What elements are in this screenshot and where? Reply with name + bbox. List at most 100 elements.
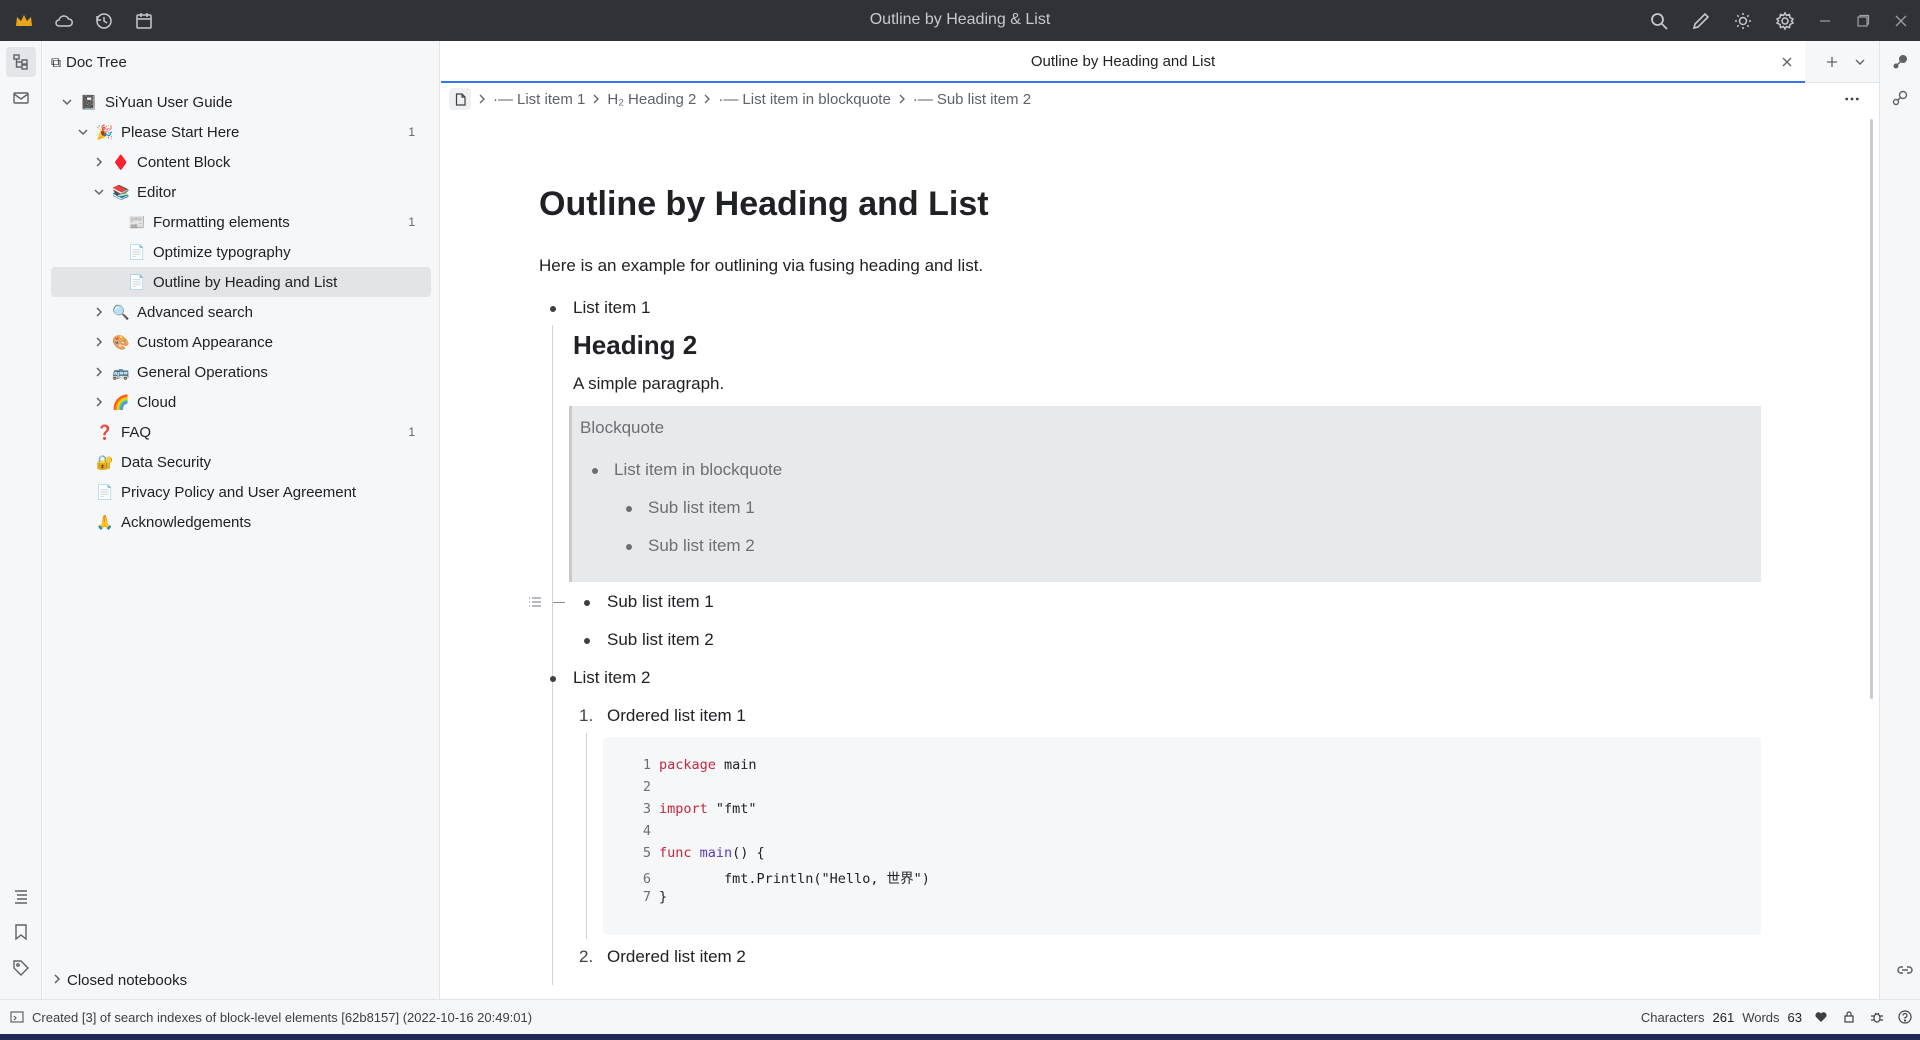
tree-item[interactable]: 🔍 Advanced search (51, 297, 431, 327)
chevron-right-icon[interactable] (89, 152, 109, 172)
tree-item[interactable]: 🎨 Custom Appearance (51, 327, 431, 357)
code-block[interactable]: 1 package main 2 3 import "fmt" 4 5 func main()… (603, 737, 1761, 935)
breadcrumb-item[interactable]: H₂ Heading 2 (607, 91, 696, 108)
closed-notebooks[interactable]: Closed notebooks (51, 967, 187, 993)
code-token: () { (732, 845, 765, 861)
breadcrumb-item[interactable]: ·— List item 1 (493, 91, 585, 108)
tree-item[interactable]: 📄 Optimize typography (51, 237, 431, 267)
intro-paragraph[interactable]: Here is an example for outlining via fus… (539, 256, 983, 276)
crown-icon[interactable] (6, 3, 42, 39)
document-title[interactable]: Outline by Heading and List (539, 185, 989, 224)
doc-emoji-icon[interactable]: 🌈 (109, 394, 133, 411)
pen-icon[interactable] (1680, 3, 1722, 39)
fold-dash[interactable] (553, 602, 565, 603)
chevron-down-icon[interactable] (1849, 51, 1871, 73)
doc-emoji-icon[interactable]: 📚 (109, 184, 133, 201)
doc-emoji-icon[interactable]: 🔐 (93, 454, 117, 471)
heart-icon[interactable] (1814, 1010, 1828, 1024)
doc-emoji-icon[interactable]: 📄 (93, 484, 117, 501)
tree-item[interactable]: 🙏 Acknowledgements (51, 507, 431, 537)
code-line: 6 fmt.Println("Hello, 世界") (639, 867, 930, 889)
tree-item[interactable]: ❓ FAQ 1 (51, 417, 431, 447)
doc-emoji-icon[interactable]: 📰 (125, 214, 149, 231)
debug-icon[interactable] (1870, 1010, 1884, 1024)
history-icon[interactable] (86, 3, 122, 39)
tree-item[interactable]: 📄 Outline by Heading and List (51, 267, 431, 297)
graph-icon[interactable] (1885, 47, 1915, 77)
chevron-down-icon[interactable] (89, 182, 109, 202)
tag-icon[interactable] (6, 953, 36, 983)
tree-item[interactable]: 🎉 Please Start Here 1 (51, 117, 431, 147)
list-bullet[interactable] (550, 676, 556, 682)
doc-emoji-icon[interactable]: 📄 (125, 244, 149, 261)
backlink-icon[interactable] (1890, 955, 1920, 985)
tree-item[interactable]: ♦️ Content Block (51, 147, 431, 177)
new-tab-icon[interactable] (1821, 51, 1843, 73)
list-bullet[interactable] (584, 600, 590, 606)
breadcrumb-item[interactable]: ·— List item in blockquote (718, 91, 890, 108)
search-icon[interactable] (1638, 3, 1680, 39)
tree-item[interactable]: 🌈 Cloud (51, 387, 431, 417)
sub-list-item-1[interactable]: Sub list item 1 (607, 592, 714, 612)
code-token: main (715, 757, 757, 773)
chevron-right-icon (591, 91, 601, 108)
heading-2[interactable]: Heading 2 (573, 330, 697, 361)
tree-item-label: Editor (137, 183, 177, 201)
block-handle-icon[interactable] (528, 595, 542, 614)
tree-item[interactable]: 🔐 Data Security (51, 447, 431, 477)
list-bullet[interactable] (550, 306, 556, 312)
doc-emoji-icon[interactable]: 🚌 (109, 364, 133, 381)
bookmark-icon[interactable] (6, 917, 36, 947)
chevron-right-icon[interactable] (89, 332, 109, 352)
outline-icon[interactable] (6, 881, 36, 911)
tree-item[interactable]: 📄 Privacy Policy and User Agreement (51, 477, 431, 507)
doc-emoji-icon[interactable]: 📓 (77, 94, 101, 111)
ordered-list-item-1[interactable]: Ordered list item 1 (607, 706, 746, 726)
blockquote[interactable]: Blockquote List item in blockquote Sub l… (569, 406, 1761, 582)
doc-emoji-icon[interactable]: 🎨 (109, 334, 133, 351)
doc-emoji-icon[interactable]: ❓ (93, 424, 117, 441)
help-icon[interactable] (1898, 1010, 1912, 1024)
code-token: "fmt" (707, 801, 757, 817)
close-icon[interactable] (1882, 0, 1920, 41)
editor[interactable]: Outline by Heading and List Here is an e… (441, 115, 1879, 999)
doc-emoji-icon[interactable]: 🔍 (109, 304, 133, 321)
doc-emoji-icon[interactable]: ♦️ (109, 154, 133, 171)
line-number: 4 (642, 823, 651, 839)
maximize-icon[interactable] (1844, 0, 1882, 41)
file-tree-icon[interactable] (6, 47, 36, 77)
chevron-down-icon[interactable] (57, 92, 77, 112)
doc-icon[interactable] (449, 88, 471, 110)
chevron-down-icon[interactable] (73, 122, 93, 142)
gear-icon[interactable] (1764, 3, 1806, 39)
tree-item[interactable]: 📰 Formatting elements 1 (51, 207, 431, 237)
lock-icon[interactable] (1842, 1010, 1856, 1024)
inbox-icon[interactable] (6, 83, 36, 113)
tab-close-icon[interactable] (1779, 54, 1795, 70)
sun-icon[interactable] (1722, 3, 1764, 39)
chevron-right-icon[interactable] (89, 362, 109, 382)
calendar-icon[interactable] (126, 3, 162, 39)
scrollbar[interactable] (1870, 119, 1873, 699)
cloud-icon[interactable] (46, 3, 82, 39)
doc-emoji-icon[interactable]: 🙏 (93, 514, 117, 531)
tree-item[interactable]: 📚 Editor (51, 177, 431, 207)
sub-list-item-2[interactable]: Sub list item 2 (607, 630, 714, 650)
list-item-2[interactable]: List item 2 (573, 668, 650, 688)
chevron-right-icon[interactable] (89, 392, 109, 412)
global-graph-icon[interactable] (1885, 83, 1915, 113)
tab-outline-by-heading[interactable]: Outline by Heading and List (441, 41, 1805, 83)
status-message-icon[interactable] (10, 1010, 24, 1024)
tree-item[interactable]: 🚌 General Operations (51, 357, 431, 387)
simple-paragraph[interactable]: A simple paragraph. (573, 374, 724, 394)
list-item-1[interactable]: List item 1 (573, 298, 650, 318)
chevron-right-icon[interactable] (89, 302, 109, 322)
tree-item[interactable]: 📓 SiYuan User Guide (51, 87, 431, 117)
list-bullet[interactable] (584, 638, 590, 644)
doc-emoji-icon[interactable]: 📄 (125, 274, 149, 291)
minimize-icon[interactable] (1806, 0, 1844, 41)
ordered-list-item-2[interactable]: Ordered list item 2 (607, 947, 746, 967)
breadcrumb-item[interactable]: ·— Sub list item 2 (913, 91, 1031, 108)
more-icon[interactable] (1841, 89, 1863, 109)
doc-emoji-icon[interactable]: 🎉 (93, 124, 117, 141)
